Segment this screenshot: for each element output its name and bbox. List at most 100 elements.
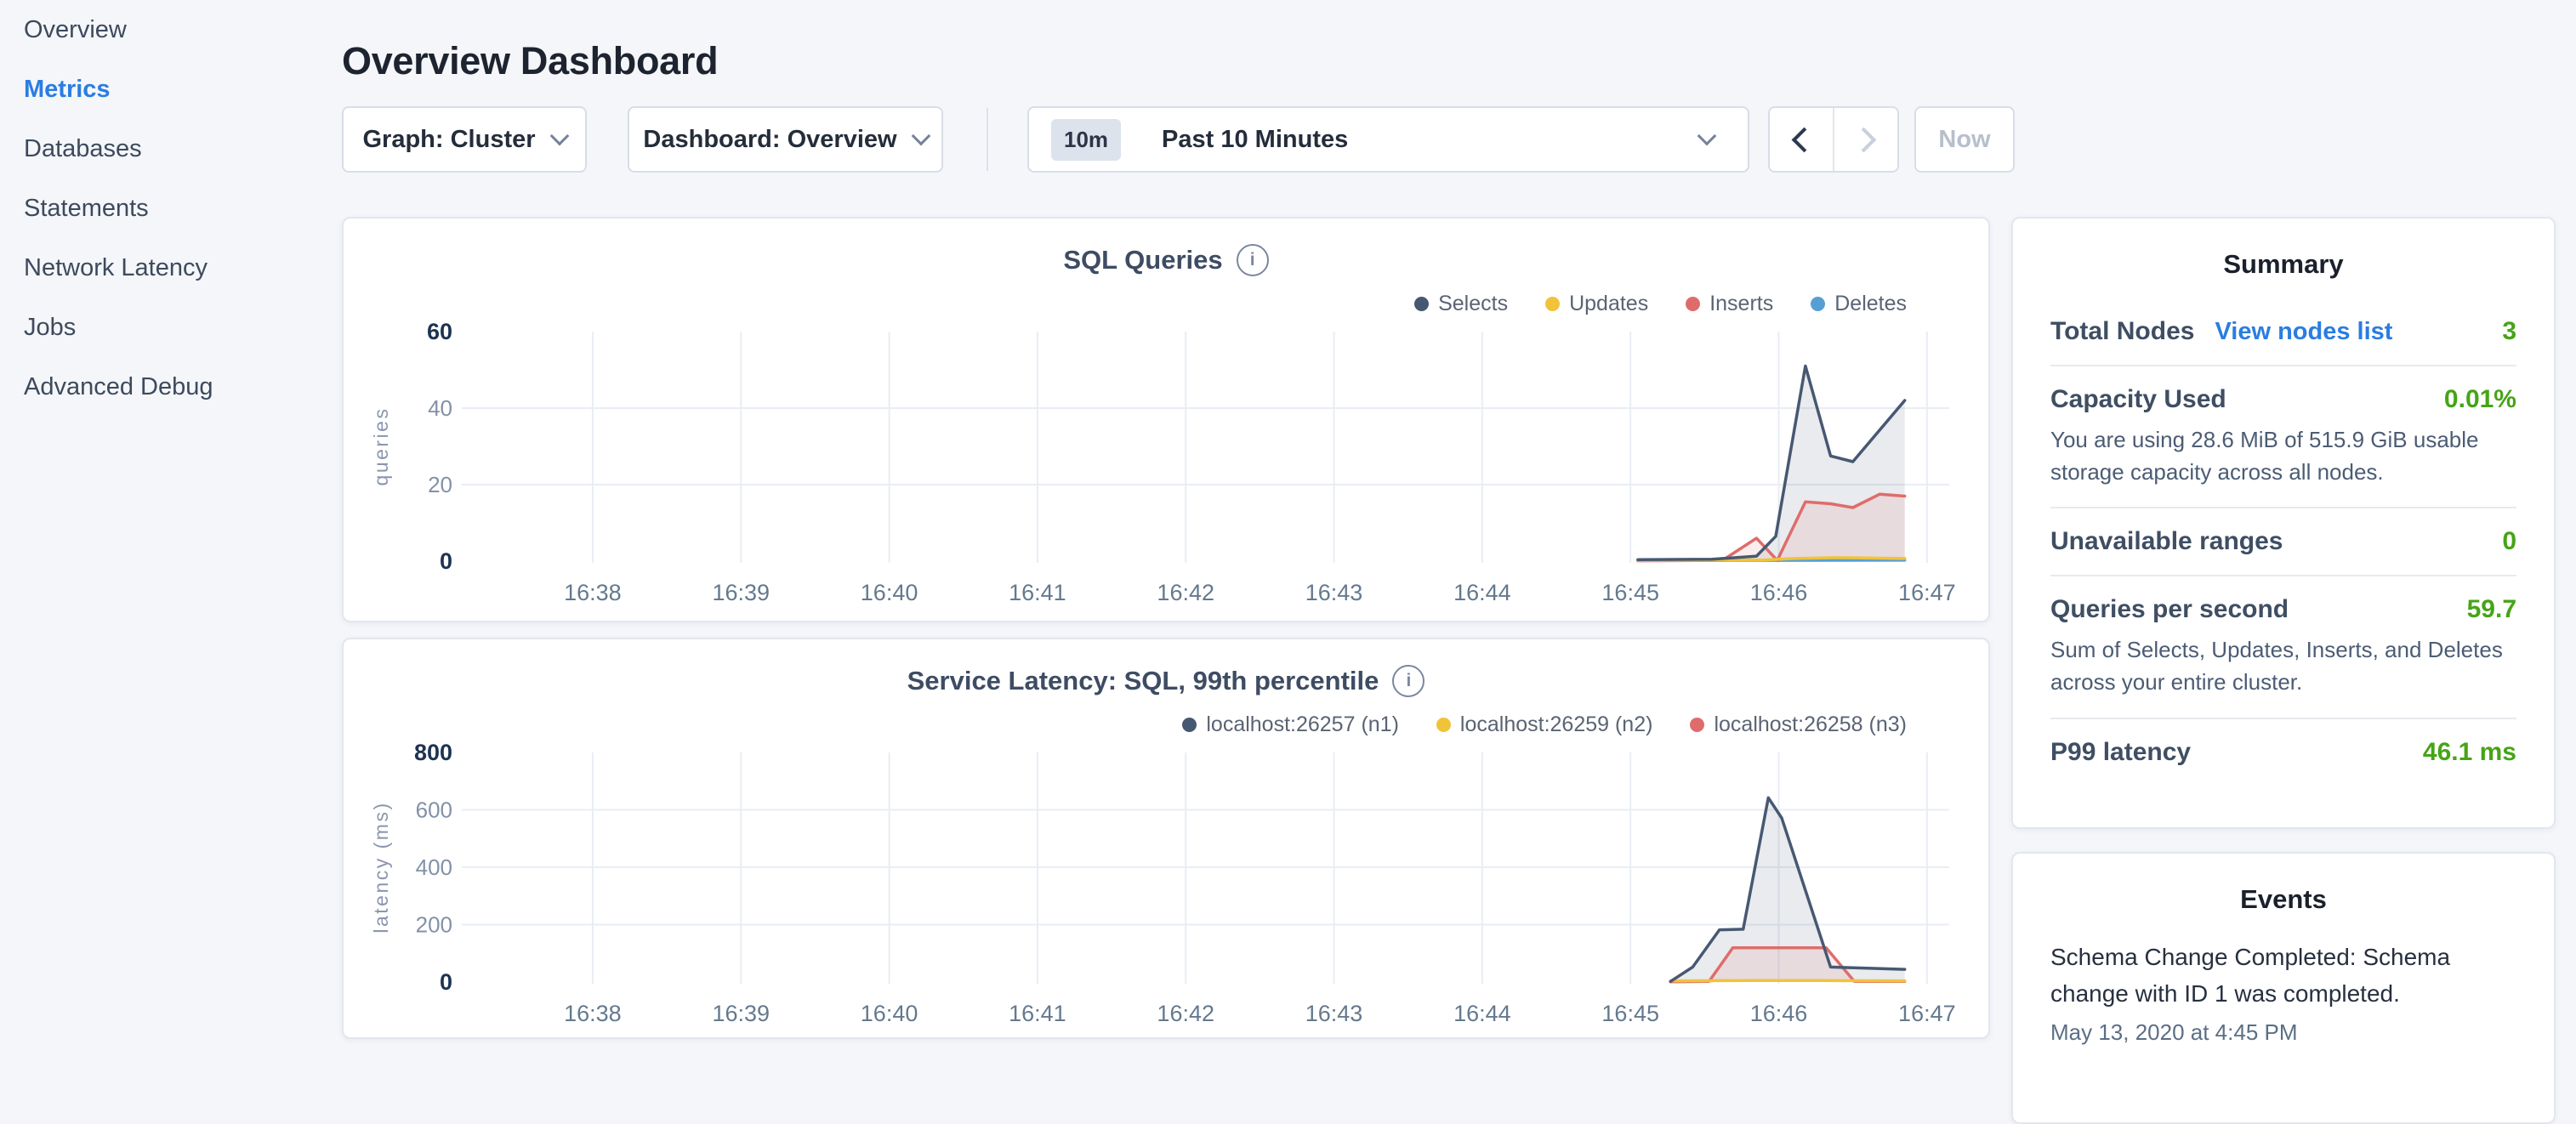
svg-text:16:46: 16:46 [1750, 580, 1808, 605]
summary-value: 0.01% [2444, 385, 2516, 414]
legend-dot-icon [1436, 718, 1451, 732]
svg-text:16:39: 16:39 [712, 1001, 770, 1026]
time-pager [1768, 106, 1899, 173]
summary-row: Total Nodes View nodes list 3 [2050, 298, 2516, 366]
legend-label: Updates [1569, 292, 1648, 316]
summary-description: You are using 28.6 MiB of 515.9 GiB usab… [2050, 424, 2516, 488]
svg-text:latency (ms): latency (ms) [370, 801, 392, 933]
summary-label: Unavailable ranges [2050, 527, 2283, 556]
sidebar-item-statements[interactable]: Statements [0, 179, 149, 238]
summary-row: P99 latency 46.1 ms [2050, 719, 2516, 786]
chart-legend: Selects Updates Inserts Deletes [1414, 292, 1907, 316]
chevron-down-icon [911, 127, 930, 146]
legend-dot-icon [1414, 297, 1429, 311]
events-panel: Events Schema Change Completed: Schema c… [2011, 852, 2556, 1124]
chart-plot: 020040060080016:3816:3916:4016:4116:4216… [344, 639, 1990, 1037]
chart-title-row: Service Latency: SQL, 99th percentile [344, 665, 1988, 697]
svg-text:16:45: 16:45 [1601, 580, 1659, 605]
chevron-down-icon [1697, 127, 1717, 146]
summary-row: Queries per second59.7 Sum of Selects, Up… [2050, 576, 2516, 718]
legend-item[interactable]: localhost:26258 (n3) [1690, 712, 1907, 737]
sidebar-item-overview[interactable]: Overview [0, 0, 127, 60]
legend-item[interactable]: Updates [1545, 292, 1648, 316]
time-range-dropdown[interactable]: 10m Past 10 Minutes [1027, 106, 1749, 173]
summary-description: Sum of Selects, Updates, Inserts, and De… [2050, 634, 2516, 698]
dashboard-dropdown-label: Dashboard: Overview [643, 126, 896, 154]
svg-text:60: 60 [427, 319, 452, 344]
chart-title: SQL Queries [1063, 245, 1222, 275]
graph-dropdown-label: Graph: Cluster [362, 126, 535, 154]
summary-title: Summary [2050, 249, 2516, 280]
chart-title-row: SQL Queries [344, 244, 1988, 276]
legend-item[interactable]: localhost:26257 (n1) [1182, 712, 1399, 737]
chart-plot: 020406016:3816:3916:4016:4116:4216:4316:… [344, 219, 1990, 621]
legend-dot-icon [1686, 297, 1700, 311]
svg-text:16:40: 16:40 [861, 1001, 918, 1026]
view-nodes-link[interactable]: View nodes list [2215, 318, 2392, 346]
info-icon[interactable] [1237, 244, 1269, 276]
legend-dot-icon [1182, 718, 1197, 732]
svg-text:16:41: 16:41 [1009, 1001, 1066, 1026]
svg-text:16:43: 16:43 [1305, 580, 1363, 605]
page-title: Overview Dashboard [342, 39, 718, 83]
events-title: Events [2050, 884, 2516, 915]
sidebar-item-advanced-debug[interactable]: Advanced Debug [0, 357, 213, 417]
events-list: Schema Change Completed: Schema change w… [2050, 939, 2516, 1046]
svg-text:16:45: 16:45 [1601, 1001, 1659, 1026]
summary-label: Queries per second [2050, 595, 2289, 624]
event-timestamp: May 13, 2020 at 4:45 PM [2050, 1019, 2516, 1046]
legend-label: Inserts [1709, 292, 1773, 316]
summary-label: Total Nodes [2050, 317, 2194, 346]
sidebar-item-databases[interactable]: Databases [0, 119, 142, 179]
summary-value: 46.1 ms [2423, 738, 2516, 767]
summary-label: Capacity Used [2050, 385, 2226, 414]
svg-text:16:42: 16:42 [1157, 580, 1214, 605]
legend-label: localhost:26258 (n3) [1714, 712, 1907, 737]
svg-text:16:42: 16:42 [1157, 1001, 1214, 1026]
svg-text:16:38: 16:38 [564, 580, 622, 605]
summary-label: P99 latency [2050, 738, 2191, 767]
summary-value: 3 [2502, 317, 2516, 346]
summary-row-top: Queries per second59.7 [2050, 595, 2516, 624]
graph-dropdown[interactable]: Graph: Cluster [342, 106, 587, 173]
svg-text:20: 20 [428, 472, 452, 497]
chevron-left-icon [1791, 127, 1817, 152]
info-icon[interactable] [1392, 665, 1424, 697]
legend-dot-icon [1811, 297, 1825, 311]
svg-text:queries: queries [370, 407, 392, 486]
legend-label: Deletes [1834, 292, 1907, 316]
summary-row-top: Capacity Used 0.01% [2050, 385, 2516, 414]
legend-item[interactable]: localhost:26259 (n2) [1436, 712, 1653, 737]
legend-item[interactable]: Deletes [1811, 292, 1907, 316]
legend-label: localhost:26257 (n1) [1206, 712, 1399, 737]
svg-text:800: 800 [414, 740, 452, 765]
legend-label: localhost:26259 (n2) [1460, 712, 1653, 737]
svg-text:16:47: 16:47 [1898, 580, 1956, 605]
svg-text:16:38: 16:38 [564, 1001, 622, 1026]
toolbar-divider [987, 108, 988, 171]
svg-text:0: 0 [440, 969, 452, 995]
legend-label: Selects [1438, 292, 1508, 316]
summary-row: Unavailable ranges0 [2050, 508, 2516, 576]
svg-text:40: 40 [428, 395, 452, 421]
sql-queries-chart-card: SQL Queries Selects Updates Inserts Deletes… [342, 217, 1990, 622]
time-range-badge: 10m [1051, 119, 1121, 161]
next-range-button[interactable] [1834, 108, 1897, 171]
sidebar-item-jobs[interactable]: Jobs [0, 298, 76, 357]
sidebar: OverviewMetricsDatabasesStatementsNetwor… [0, 0, 342, 1051]
summary-row-top: Total Nodes View nodes list 3 [2050, 317, 2516, 346]
svg-text:16:46: 16:46 [1750, 1001, 1808, 1026]
svg-text:400: 400 [416, 854, 452, 880]
prev-range-button[interactable] [1770, 108, 1833, 171]
now-button[interactable]: Now [1914, 106, 2015, 173]
legend-dot-icon [1545, 297, 1560, 311]
time-range-label: Past 10 Minutes [1162, 126, 1348, 154]
legend-item[interactable]: Inserts [1686, 292, 1773, 316]
sidebar-item-metrics[interactable]: Metrics [0, 60, 111, 119]
svg-text:16:47: 16:47 [1898, 1001, 1956, 1026]
summary-rows: Total Nodes View nodes list 3 Capacity Used… [2050, 298, 2516, 786]
legend-item[interactable]: Selects [1414, 292, 1508, 316]
dashboard-dropdown[interactable]: Dashboard: Overview [628, 106, 943, 173]
sidebar-item-network-latency[interactable]: Network Latency [0, 238, 208, 298]
chart-title: Service Latency: SQL, 99th percentile [907, 666, 1379, 696]
